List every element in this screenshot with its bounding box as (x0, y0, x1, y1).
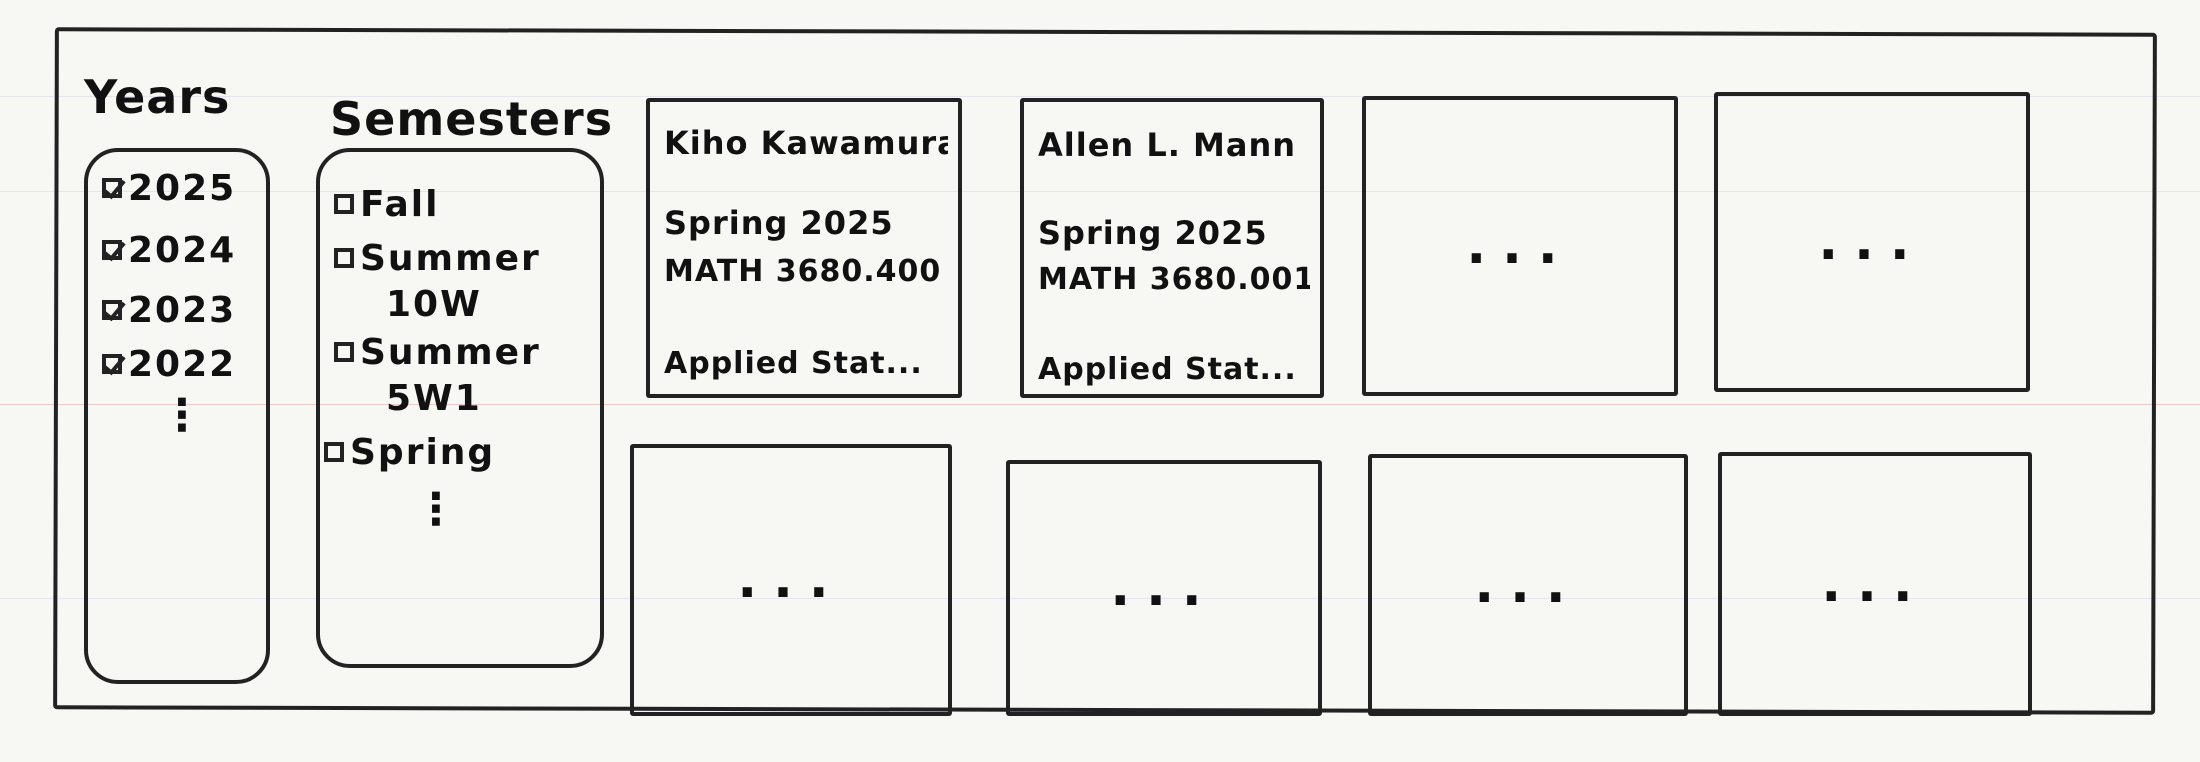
course-card-placeholder[interactable]: ... (630, 444, 952, 716)
semester-option-sublabel: 5W1 (386, 378, 482, 419)
semester-option-label: Spring (350, 432, 496, 473)
card-placeholder-text: ... (1818, 212, 1926, 272)
card-instructor: Allen L. Mann (1038, 126, 1297, 164)
more-years-icon[interactable]: ⋮ (160, 394, 204, 438)
card-term: Spring 2025 (664, 204, 894, 242)
card-course-title: Applied Stat... (1038, 352, 1297, 387)
checkbox-unchecked-icon[interactable] (324, 442, 344, 462)
semester-option-label: Summer (360, 238, 541, 279)
year-option[interactable]: 2024 (102, 228, 236, 274)
card-placeholder-text: ... (1474, 555, 1582, 615)
checkbox-checked-icon[interactable] (102, 178, 122, 198)
card-course-code: MATH 3680.400 (664, 254, 942, 289)
course-card-placeholder[interactable]: ... (1362, 96, 1678, 396)
card-term: Spring 2025 (1038, 214, 1268, 252)
more-semesters-icon[interactable]: ⋮ (414, 488, 458, 532)
semester-option-sublabel: 10W (386, 284, 482, 325)
card-placeholder-text: ... (1821, 554, 1929, 614)
year-option[interactable]: 2022 (102, 342, 236, 388)
semesters-panel-title: Semesters (330, 92, 614, 146)
card-instructor: Kiho Kawamura (664, 124, 948, 162)
year-option-label: 2023 (128, 290, 237, 331)
card-placeholder-text: ... (1110, 558, 1218, 618)
checkbox-checked-icon[interactable] (102, 300, 122, 320)
year-option[interactable]: 2023 (102, 288, 236, 334)
course-card-placeholder[interactable]: ... (1714, 92, 2030, 392)
checkbox-unchecked-icon[interactable] (334, 342, 354, 362)
card-course-code: MATH 3680.001 (1038, 262, 1310, 297)
semester-option-label: Fall (360, 184, 440, 225)
semester-option-label: Summer (360, 332, 541, 373)
checkbox-unchecked-icon[interactable] (334, 194, 354, 214)
card-placeholder-text: ... (1466, 216, 1574, 276)
checkbox-checked-icon[interactable] (102, 354, 122, 374)
year-option-label: 2025 (128, 168, 237, 209)
semester-option[interactable]: Summer 5W1 (334, 330, 541, 422)
course-card-placeholder[interactable]: ... (1718, 452, 2032, 716)
course-card-placeholder[interactable]: ... (1006, 460, 1322, 716)
years-panel-title: Years (84, 70, 231, 124)
semester-option[interactable]: Spring (324, 430, 495, 476)
course-card[interactable]: Kiho Kawamura Spring 2025 MATH 3680.400 … (646, 98, 962, 398)
course-card-placeholder[interactable]: ... (1368, 454, 1688, 716)
card-course-title: Applied Stat... (664, 346, 923, 381)
checkbox-checked-icon[interactable] (102, 240, 122, 260)
card-placeholder-text: ... (737, 550, 845, 610)
course-card[interactable]: Allen L. Mann Spring 2025 MATH 3680.001 … (1020, 98, 1324, 398)
semester-option[interactable]: Summer 10W (334, 236, 541, 328)
semester-option[interactable]: Fall (334, 182, 439, 228)
year-option[interactable]: 2025 (102, 166, 236, 212)
year-option-label: 2024 (128, 230, 237, 271)
year-option-label: 2022 (128, 344, 237, 385)
checkbox-unchecked-icon[interactable] (334, 248, 354, 268)
